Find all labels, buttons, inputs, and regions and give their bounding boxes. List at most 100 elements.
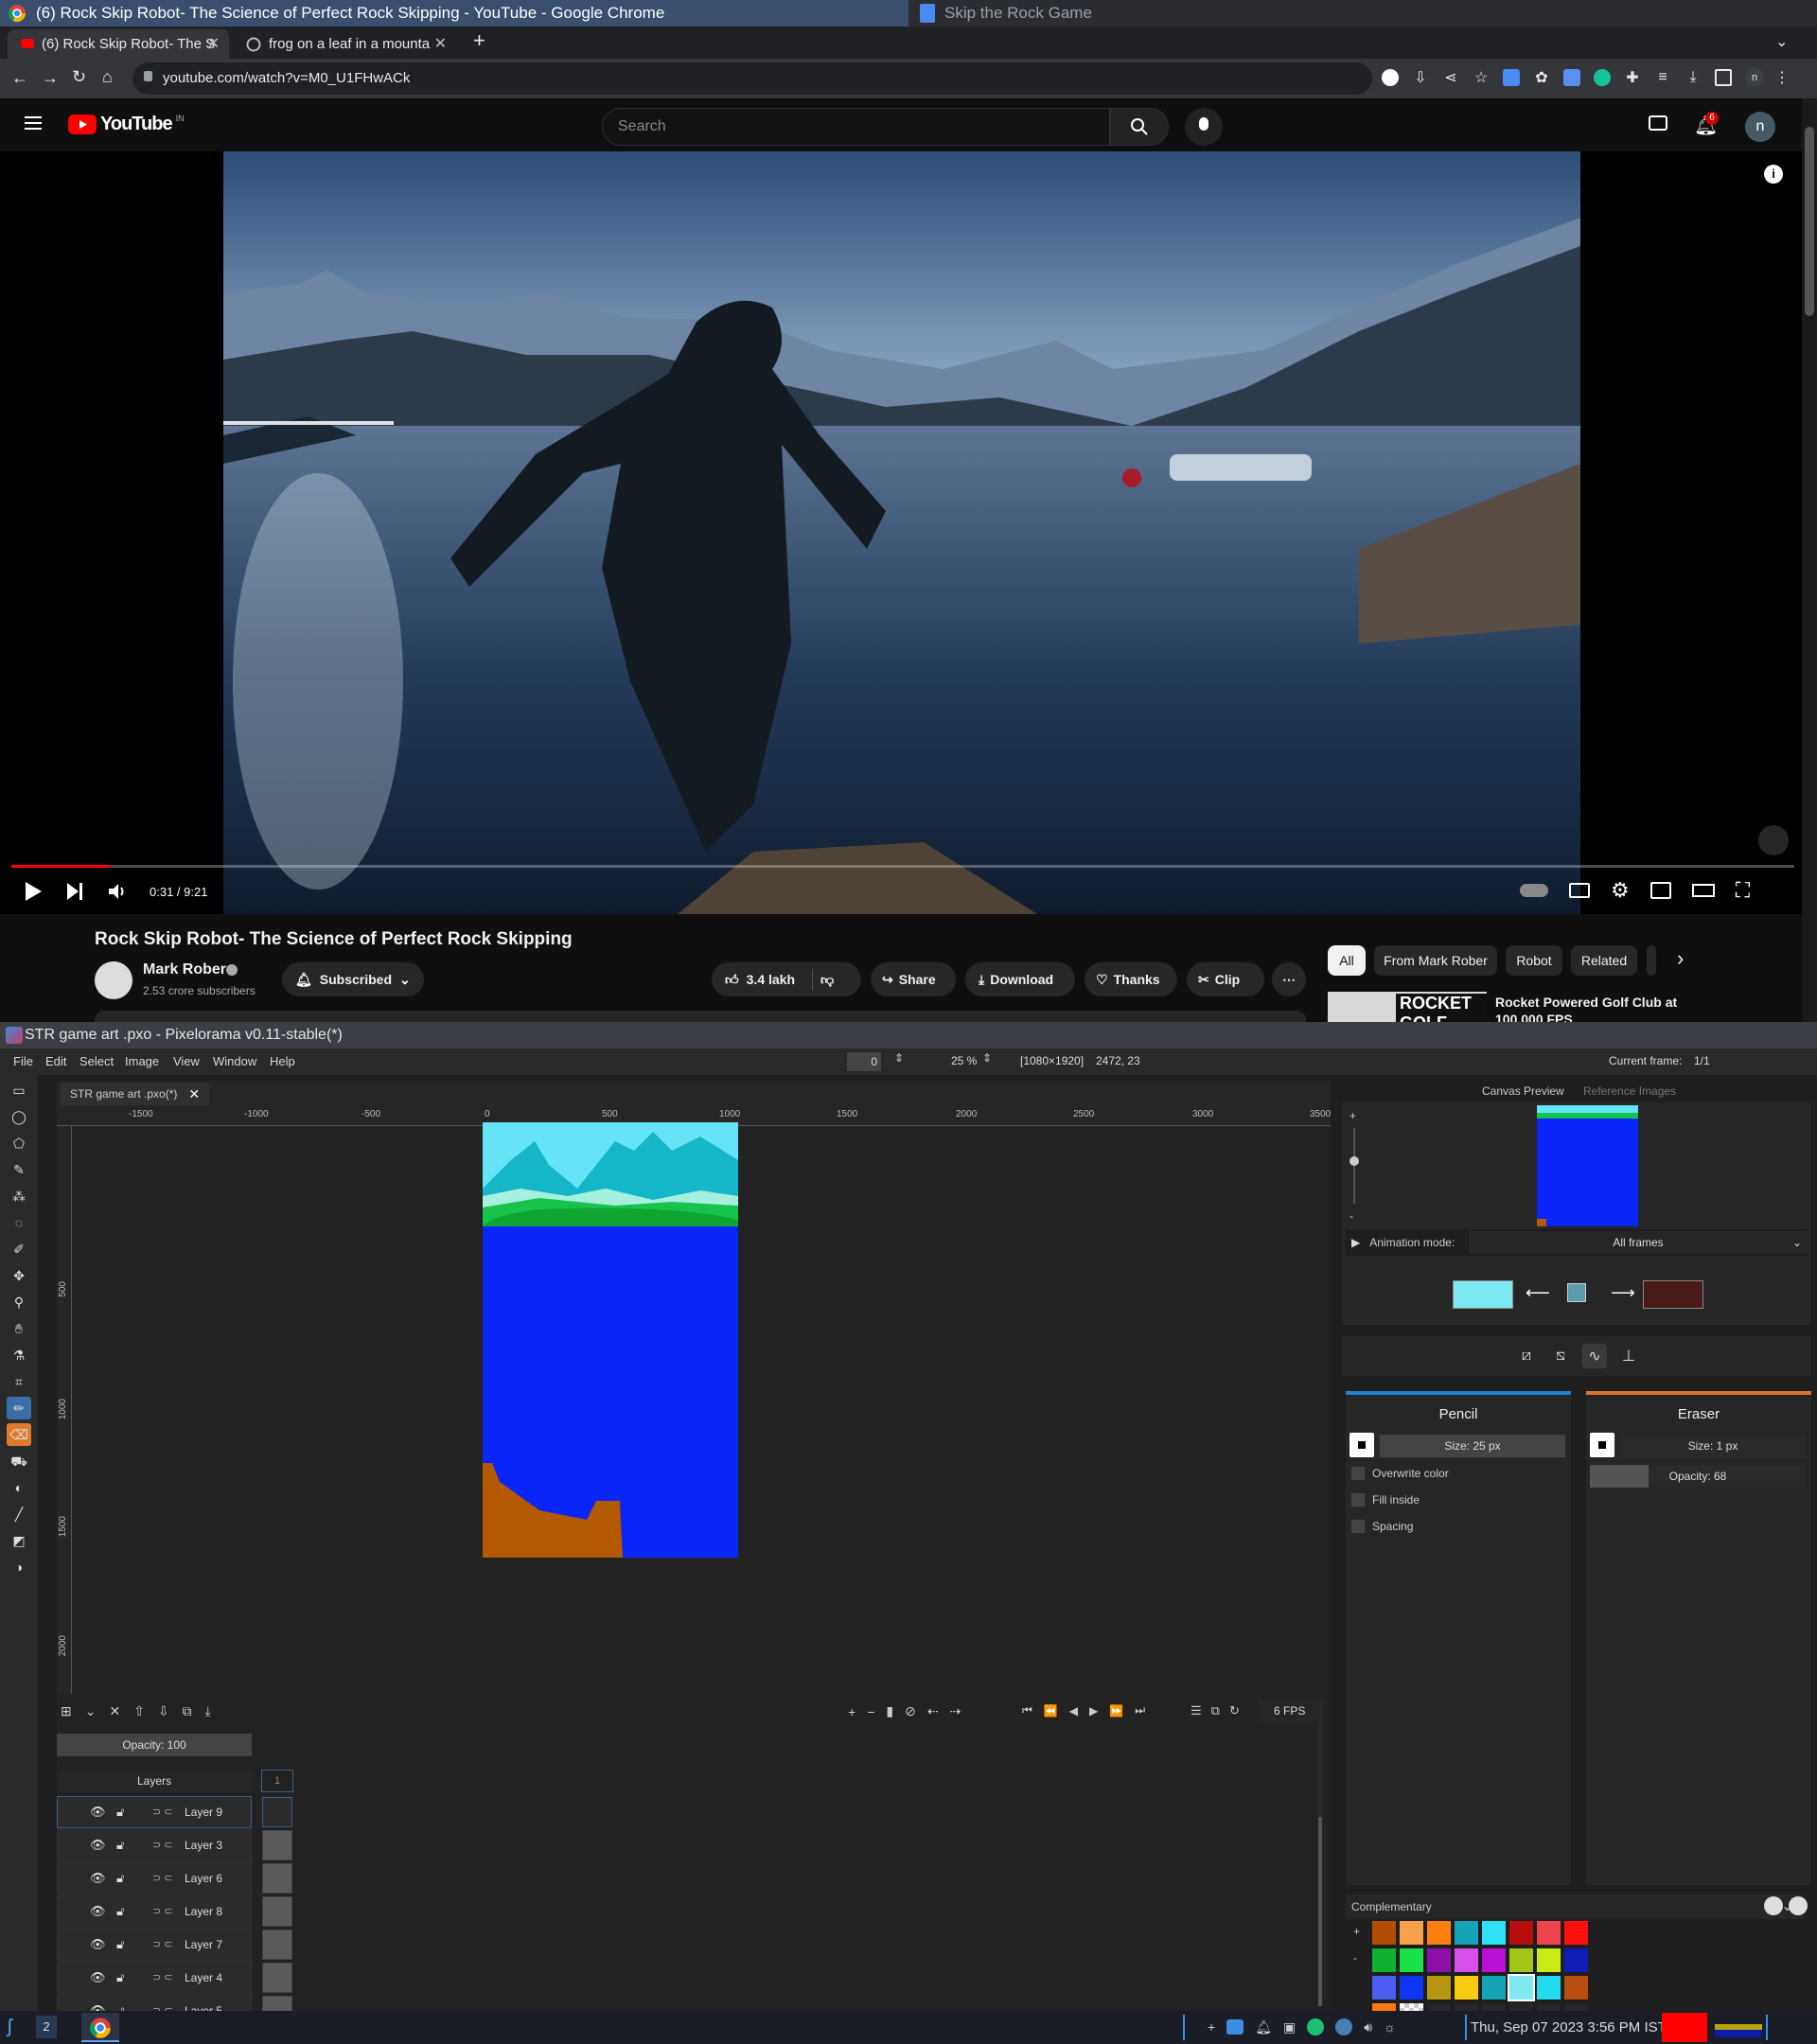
palette-swatch[interactable] bbox=[1564, 1948, 1588, 1972]
next-video-icon[interactable] bbox=[64, 880, 85, 903]
layer-visibility-icon[interactable]: 👁︎ bbox=[90, 1871, 106, 1886]
overwrite-color-checkbox[interactable] bbox=[1351, 1467, 1365, 1480]
layer-frame-cel[interactable] bbox=[262, 1929, 292, 1960]
new-tab-icon[interactable]: + bbox=[473, 28, 485, 53]
info-icon[interactable]: i bbox=[1764, 165, 1783, 184]
palette-swatch[interactable] bbox=[1400, 1948, 1423, 1972]
rotation-spinner-icon[interactable]: ⇕ bbox=[894, 1051, 904, 1065]
layer-frame-cel[interactable] bbox=[262, 1896, 292, 1927]
translate-extension-icon[interactable] bbox=[1563, 69, 1580, 86]
layer-opacity-slider[interactable]: Opacity: 100 bbox=[57, 1734, 252, 1756]
stamp-icon[interactable]: ⊥ bbox=[1616, 1344, 1641, 1368]
search-input[interactable]: Search bbox=[602, 108, 1110, 146]
side-panel-icon[interactable] bbox=[1715, 69, 1732, 86]
layer-lock-icon[interactable]: 🔓︎ bbox=[116, 1937, 124, 1952]
preview-zoom-out-icon[interactable]: - bbox=[1350, 1209, 1353, 1223]
palette-swatch[interactable] bbox=[1372, 1948, 1396, 1972]
tab-youtube[interactable]: (6) Rock Skip Robot- The S ✕ bbox=[8, 29, 229, 59]
palette-swatch[interactable] bbox=[1537, 1976, 1561, 2000]
extensions-puzzle-icon[interactable]: ✚ bbox=[1624, 69, 1641, 86]
layer-visibility-icon[interactable]: 👁︎ bbox=[90, 1838, 106, 1853]
palette-swatch[interactable] bbox=[1372, 1921, 1396, 1945]
lasso-icon[interactable]: ◌ bbox=[7, 1211, 31, 1234]
volume-icon[interactable] bbox=[106, 880, 129, 903]
reload-icon[interactable]: ↻ bbox=[72, 67, 86, 87]
fps-spinbox[interactable]: 6 FPS bbox=[1259, 1700, 1323, 1722]
layer-visibility-icon[interactable]: 👁︎ bbox=[90, 1904, 106, 1919]
layer-link-icon[interactable]: ⊃ ⊂ bbox=[152, 2004, 173, 2011]
layer-lock-icon[interactable]: 🔓︎ bbox=[116, 1871, 124, 1886]
extension-2-icon[interactable]: ✿ bbox=[1533, 69, 1550, 86]
more-actions-button[interactable]: ⋯ bbox=[1272, 962, 1306, 996]
vertical-mirror-icon[interactable]: ⧅ bbox=[1548, 1344, 1573, 1368]
reading-list-icon[interactable]: ≡ bbox=[1654, 69, 1671, 86]
eraser-brush-preview[interactable] bbox=[1590, 1433, 1614, 1457]
palette-swatch[interactable] bbox=[1427, 2003, 1451, 2011]
palette-swatch[interactable] bbox=[1508, 1974, 1535, 2001]
pencil-brush-preview[interactable] bbox=[1350, 1433, 1374, 1457]
layer-lock-icon[interactable]: 🔓︎ bbox=[116, 1970, 124, 1985]
tray-notifications-icon[interactable]: 🔔︎ bbox=[1255, 2019, 1272, 2035]
autoplay-toggle[interactable] bbox=[1520, 884, 1548, 897]
channel-avatar[interactable] bbox=[95, 961, 132, 999]
palette-swatch[interactable] bbox=[1400, 1921, 1423, 1945]
subtitles-icon[interactable] bbox=[1569, 883, 1590, 898]
hamburger-menu-icon[interactable] bbox=[23, 112, 45, 134]
crop-icon[interactable]: ⌗ bbox=[7, 1370, 31, 1393]
palette-swatch[interactable] bbox=[1482, 2003, 1506, 2011]
line-tool-icon[interactable]: ╱ bbox=[7, 1503, 31, 1525]
tray-add-icon[interactable]: + bbox=[1208, 2019, 1215, 2035]
layer-row[interactable]: 👁︎ 🔓︎ ⊃ ⊂ Layer 5 bbox=[57, 1995, 252, 2011]
right-arrow-icon[interactable]: ⟶ bbox=[1611, 1283, 1635, 1303]
settings-gear-icon[interactable]: ⚙ bbox=[1611, 880, 1630, 901]
clone-layer-icon[interactable]: ⧉ bbox=[183, 1703, 192, 1719]
overwrite-color-option[interactable]: Overwrite color bbox=[1351, 1467, 1449, 1480]
palette-swatch[interactable] bbox=[1455, 2003, 1478, 2011]
share-button[interactable]: ↪ Share bbox=[871, 962, 956, 996]
color-select-icon[interactable]: ✎ bbox=[7, 1158, 31, 1181]
edit-palette-icon[interactable] bbox=[1764, 1896, 1783, 1915]
create-video-icon[interactable] bbox=[1649, 115, 1667, 131]
previous-frame-icon[interactable]: ⏪ bbox=[1044, 1704, 1058, 1718]
layer-dropdown-icon[interactable]: ⌄ bbox=[85, 1703, 97, 1719]
tray-vpn-icon[interactable] bbox=[1307, 2018, 1325, 2035]
lock-icon[interactable] bbox=[144, 71, 152, 81]
tray-brightness-icon[interactable]: ☼ bbox=[1384, 2019, 1396, 2035]
remove-frame-icon[interactable]: − bbox=[867, 1704, 874, 1719]
forward-icon[interactable]: → bbox=[42, 68, 59, 88]
layer-link-icon[interactable]: ⊃ ⊂ bbox=[152, 1872, 173, 1884]
layer-lock-icon[interactable]: 🔓︎ bbox=[116, 1904, 124, 1919]
like-dislike-group[interactable]: 👍︎ 3.4 lakh 👎︎ bbox=[712, 962, 861, 996]
tab-search-icon[interactable]: ⌄ bbox=[1775, 32, 1788, 51]
video-frame[interactable] bbox=[223, 151, 1580, 914]
palette-swatch[interactable] bbox=[1400, 2003, 1423, 2011]
color-picker-icon[interactable]: ⚗ bbox=[7, 1344, 31, 1366]
pan-hand-icon[interactable]: ✋︎ bbox=[7, 1317, 31, 1340]
menu-edit[interactable]: Edit bbox=[45, 1048, 66, 1075]
palette-swatch[interactable] bbox=[1372, 1976, 1396, 2000]
palette-swatch[interactable] bbox=[1564, 1921, 1588, 1945]
play-forward-icon[interactable]: ▶ bbox=[1089, 1704, 1098, 1718]
vertical-ruler[interactable]: 500 1000 1500 2000 bbox=[57, 1126, 72, 1694]
move-frame-left-icon[interactable]: ⇠ bbox=[927, 1703, 939, 1719]
layer-link-icon[interactable]: ⊃ ⊂ bbox=[152, 1839, 173, 1851]
chip-from-mark-rober[interactable]: From Mark Rober bbox=[1374, 945, 1497, 976]
left-color-swatch[interactable] bbox=[1453, 1280, 1513, 1309]
eraser-tool-icon[interactable]: ⌫ bbox=[7, 1423, 31, 1446]
chip-related[interactable]: Related bbox=[1571, 945, 1637, 976]
polygon-select-icon[interactable]: ⬠ bbox=[7, 1132, 31, 1154]
channel-watermark-icon[interactable] bbox=[1758, 825, 1789, 855]
layer-link-icon[interactable]: ⊃ ⊂ bbox=[152, 1971, 173, 1983]
home-icon[interactable]: ⌂ bbox=[102, 67, 113, 87]
tray-network-icon[interactable] bbox=[1335, 2018, 1353, 2035]
zoom-field[interactable]: 25 % bbox=[951, 1054, 977, 1067]
add-swatch-icon[interactable]: + bbox=[1353, 1925, 1360, 1938]
miniplayer-icon[interactable] bbox=[1649, 882, 1671, 899]
theater-mode-icon[interactable] bbox=[1691, 884, 1715, 897]
tray-clipboard-icon[interactable]: ▣ bbox=[1283, 2019, 1296, 2035]
add-frame-icon[interactable]: + bbox=[848, 1704, 856, 1719]
pencil-size-slider[interactable]: Size: 25 px bbox=[1380, 1435, 1565, 1457]
preview-zoom-in-icon[interactable]: + bbox=[1350, 1109, 1356, 1122]
recommended-title[interactable]: Rocket Powered Golf Club at 100,000 FPS bbox=[1495, 994, 1677, 1022]
spacing-option[interactable]: Spacing bbox=[1351, 1520, 1413, 1533]
